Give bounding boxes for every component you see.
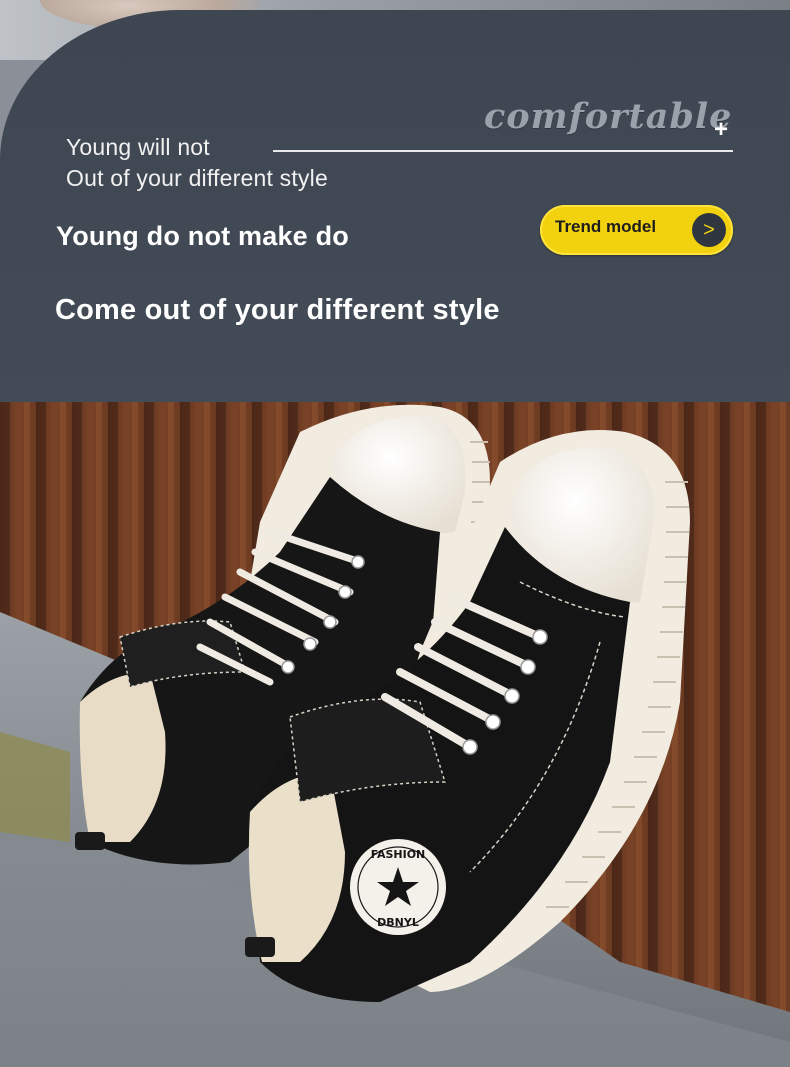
headline-2: Come out of your different style [55,294,500,326]
trend-model-button[interactable]: Trend model > [540,205,733,255]
headline-1: Young do not make do [56,221,349,251]
badge-text-top: FASHION [371,848,426,861]
divider-line [273,150,733,152]
trend-model-label: Trend model [555,217,657,236]
subtitle-line-2: Out of your different style [66,165,328,191]
badge-text-bottom: DBNYL [377,916,419,929]
subtitle-line-1: Young will not [66,134,210,160]
arrow-right-icon: > [692,213,726,247]
comfortable-script-text: comfortable [484,96,733,137]
product-photo: FASHION DBNYL [0,402,790,1067]
plus-icon: + [714,116,729,143]
fashion-badge: FASHION DBNYL [350,839,446,935]
